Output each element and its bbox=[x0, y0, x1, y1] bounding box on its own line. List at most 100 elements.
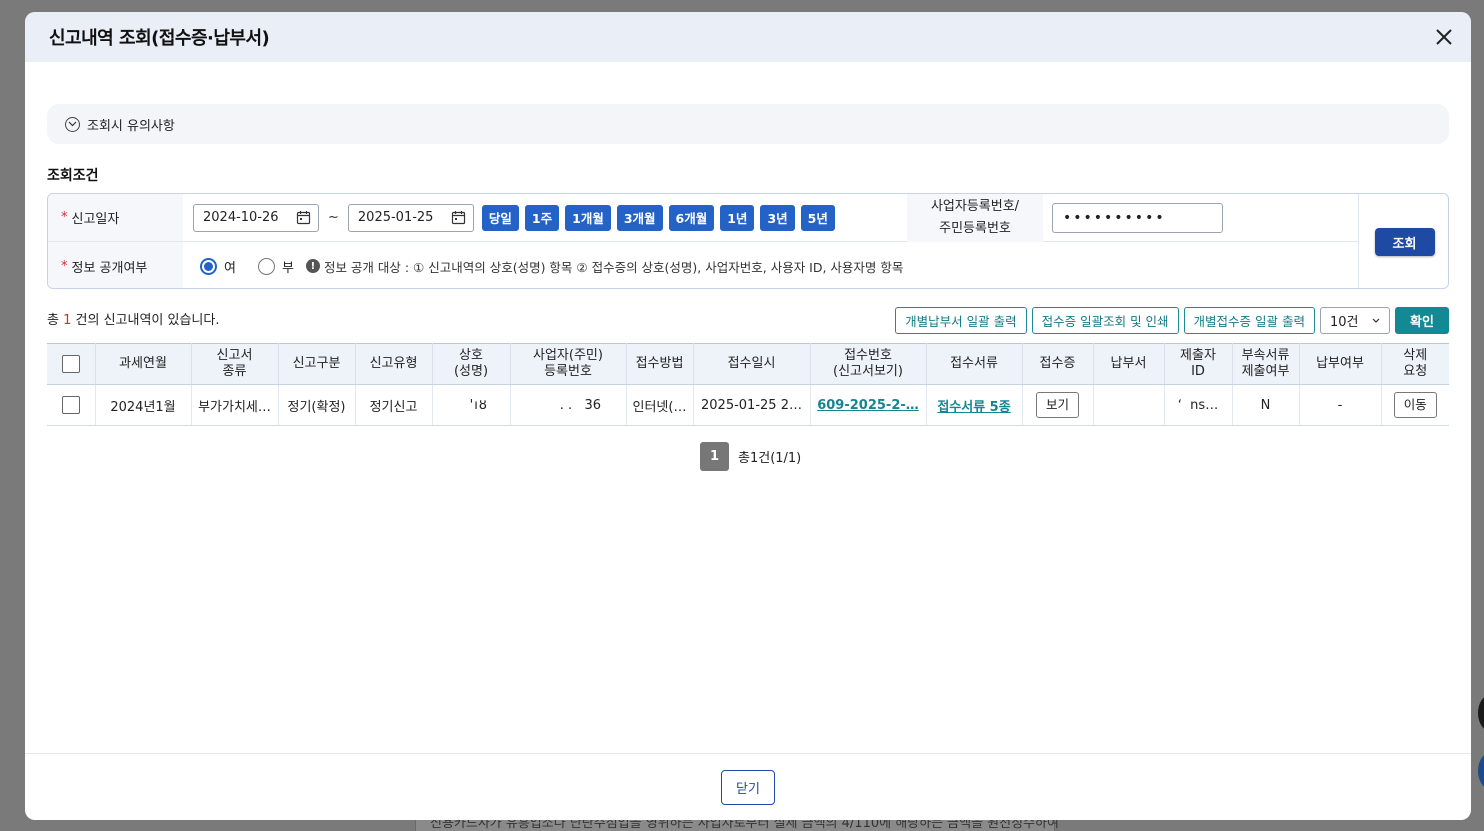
view-receipt-button[interactable]: 보기 bbox=[1035, 392, 1079, 418]
select-all-checkbox[interactable] bbox=[61, 355, 80, 373]
cell-delete: 이동 bbox=[1381, 384, 1449, 426]
period-1month-button[interactable]: 1개월 bbox=[565, 204, 611, 231]
receipt-batch-print-button[interactable]: 접수증 일괄조회 및 인쇄 bbox=[1031, 307, 1179, 334]
cell-method: 인터넷(… bbox=[626, 384, 694, 426]
table-header: 접수서류 bbox=[926, 343, 1023, 385]
info-icon: ! bbox=[305, 259, 320, 273]
period-5year-button[interactable]: 5년 bbox=[800, 204, 835, 231]
receipt-no-link[interactable]: 609-2025-2-… bbox=[817, 398, 919, 413]
row-checkbox[interactable] bbox=[61, 396, 80, 414]
required-mark: * bbox=[61, 258, 68, 274]
bizno-label: 사업자등록번호/ 주민등록번호 bbox=[907, 194, 1043, 242]
table-header: 접수일시 bbox=[693, 343, 811, 385]
cell-reg-no: . . 36 bbox=[510, 384, 627, 426]
period-1year-button[interactable]: 1년 bbox=[720, 204, 755, 231]
row-select-cell bbox=[47, 384, 96, 426]
result-count-prefix: 총 bbox=[47, 313, 59, 328]
table-header: 삭제 요청 bbox=[1381, 343, 1449, 385]
cell-name: 'ıȣ bbox=[432, 384, 511, 426]
result-count: 총 1 건의 신고내역이 있습니다. bbox=[47, 309, 220, 328]
modal-header: 신고내역 조회(접수증·납부서) bbox=[25, 12, 1471, 62]
report-history-modal: 신고내역 조회(접수증·납부서) 조회시 유의사항 조회조건 * 신고일자 20… bbox=[25, 12, 1471, 820]
search-conditions: * 신고일자 2024-10-26 ~ 2025-01-25 당일 1주 1개월… bbox=[47, 193, 1449, 289]
report-date-label-text: 신고일자 bbox=[71, 212, 120, 227]
date-from-value: 2024-10-26 bbox=[203, 210, 279, 225]
close-button[interactable] bbox=[1431, 24, 1457, 50]
date-to-value: 2025-01-25 bbox=[357, 210, 434, 225]
page-size-value: 10건 bbox=[1330, 315, 1359, 330]
pagination: 1 총1건(1/1) bbox=[700, 442, 801, 471]
date-range-separator: ~ bbox=[328, 210, 339, 225]
page-size-select[interactable]: 10건 bbox=[1320, 307, 1390, 334]
background-floating-button bbox=[1478, 695, 1484, 731]
disclosure-yes-radio[interactable]: 여 bbox=[200, 257, 236, 276]
bizno-label-line1: 사업자등록번호/ bbox=[930, 199, 1020, 214]
period-3year-button[interactable]: 3년 bbox=[760, 204, 795, 231]
bizno-label-line2: 주민등록번호 bbox=[939, 221, 1011, 236]
table-header: 납부여부 bbox=[1299, 343, 1382, 385]
bizno-input[interactable]: •••••••••• bbox=[1052, 203, 1223, 233]
search-button[interactable]: 조회 bbox=[1374, 228, 1435, 256]
close-icon bbox=[1436, 29, 1452, 45]
table-header: 접수번호 (신고서보기) bbox=[810, 343, 927, 385]
documents-link[interactable]: 접수서류 5종 bbox=[937, 400, 1010, 415]
cell-tax-period: 2024년1월 bbox=[95, 384, 192, 426]
table-header: 과세연월 bbox=[95, 343, 192, 385]
radio-no-label: 부 bbox=[281, 260, 294, 276]
close-modal-button[interactable]: 닫기 bbox=[721, 769, 775, 805]
notice-toggle[interactable]: 조회시 유의사항 bbox=[47, 104, 1449, 144]
cell-receipt: 보기 bbox=[1022, 384, 1094, 426]
table-row: 2024년1월 부가가치세… 정기(확정) 정기신고 'ıȣ . . 36 인터… bbox=[47, 384, 1449, 426]
table-header: 신고서 종류 bbox=[191, 343, 279, 385]
table-header: 접수방법 bbox=[626, 343, 694, 385]
move-button[interactable]: 이동 bbox=[1393, 392, 1437, 418]
chevron-down-icon bbox=[65, 116, 80, 132]
individual-receipt-print-button[interactable]: 개별접수증 일괄 출력 bbox=[1183, 307, 1315, 334]
period-3month-button[interactable]: 3개월 bbox=[616, 204, 663, 231]
cell-attachments: N bbox=[1232, 384, 1300, 426]
result-count-number: 1 bbox=[63, 313, 72, 328]
period-today-button[interactable]: 당일 bbox=[481, 204, 519, 231]
individual-payment-print-button[interactable]: 개별납부서 일괄 출력 bbox=[895, 307, 1027, 334]
period-1week-button[interactable]: 1주 bbox=[524, 204, 560, 231]
modal-title: 신고내역 조회(접수증·납부서) bbox=[49, 28, 270, 49]
radio-dot bbox=[257, 257, 275, 275]
bizno-value: •••••••••• bbox=[1063, 210, 1166, 226]
table-header: 제출자 ID bbox=[1164, 343, 1233, 385]
table-header: 신고유형 bbox=[355, 343, 433, 385]
calendar-icon[interactable] bbox=[296, 210, 311, 225]
notice-label: 조회시 유의사항 bbox=[87, 118, 175, 134]
calendar-icon[interactable] bbox=[451, 210, 466, 225]
cell-report-type: 정기신고 bbox=[355, 384, 433, 426]
period-6month-button[interactable]: 6개월 bbox=[668, 204, 715, 231]
table-header: 신고구분 bbox=[278, 343, 356, 385]
cell-paid: - bbox=[1299, 384, 1382, 426]
conditions-title: 조회조건 bbox=[47, 168, 99, 184]
modal-footer: 닫기 bbox=[25, 753, 1471, 820]
cell-report-class: 정기(확정) bbox=[278, 384, 356, 426]
disclosure-no-radio[interactable]: 부 bbox=[257, 257, 294, 276]
cell-payment bbox=[1093, 384, 1165, 426]
date-from-input[interactable]: 2024-10-26 bbox=[193, 203, 319, 232]
chevron-down-icon bbox=[1372, 318, 1380, 323]
page-info: 총1건(1/1) bbox=[738, 451, 802, 466]
page-number-button[interactable]: 1 bbox=[700, 442, 729, 471]
confirm-button[interactable]: 확인 bbox=[1395, 307, 1449, 334]
radio-dot bbox=[200, 257, 217, 275]
date-to-input[interactable]: 2025-01-25 bbox=[347, 203, 474, 232]
report-table: 과세연월 신고서 종류 신고구분 신고유형 상호 (성명) 사업자(주민) 등록번호 … bbox=[47, 343, 1449, 426]
background-floating-button bbox=[1478, 753, 1484, 789]
cell-documents: 접수서류 5종 bbox=[926, 384, 1023, 426]
disclosure-info-note: ! 정보 공개 대상 : ① 신고내역의 상호(성명) 항목 ② 접수증의 상호… bbox=[305, 257, 904, 276]
required-mark: * bbox=[61, 210, 68, 225]
info-note-text: 정보 공개 대상 : ① 신고내역의 상호(성명) 항목 ② 접수증의 상호(성… bbox=[323, 259, 904, 275]
table-header: 접수증 bbox=[1022, 343, 1094, 385]
table-header-row: 과세연월 신고서 종류 신고구분 신고유형 상호 (성명) 사업자(주민) 등록번호 … bbox=[47, 343, 1449, 385]
disclosure-label: * 정보 공개여부 bbox=[48, 242, 183, 288]
cell-receipt-no: 609-2025-2-… bbox=[810, 384, 927, 426]
table-header: 상호 (성명) bbox=[432, 343, 511, 385]
cell-submitter-id: ʻ ns… bbox=[1164, 384, 1233, 426]
result-toolbar: 개별납부서 일괄 출력 접수증 일괄조회 및 인쇄 개별접수증 일괄 출력 10… bbox=[890, 307, 1449, 334]
cell-form-type: 부가가치세… bbox=[191, 384, 279, 426]
search-button-area: 조회 bbox=[1358, 194, 1448, 288]
